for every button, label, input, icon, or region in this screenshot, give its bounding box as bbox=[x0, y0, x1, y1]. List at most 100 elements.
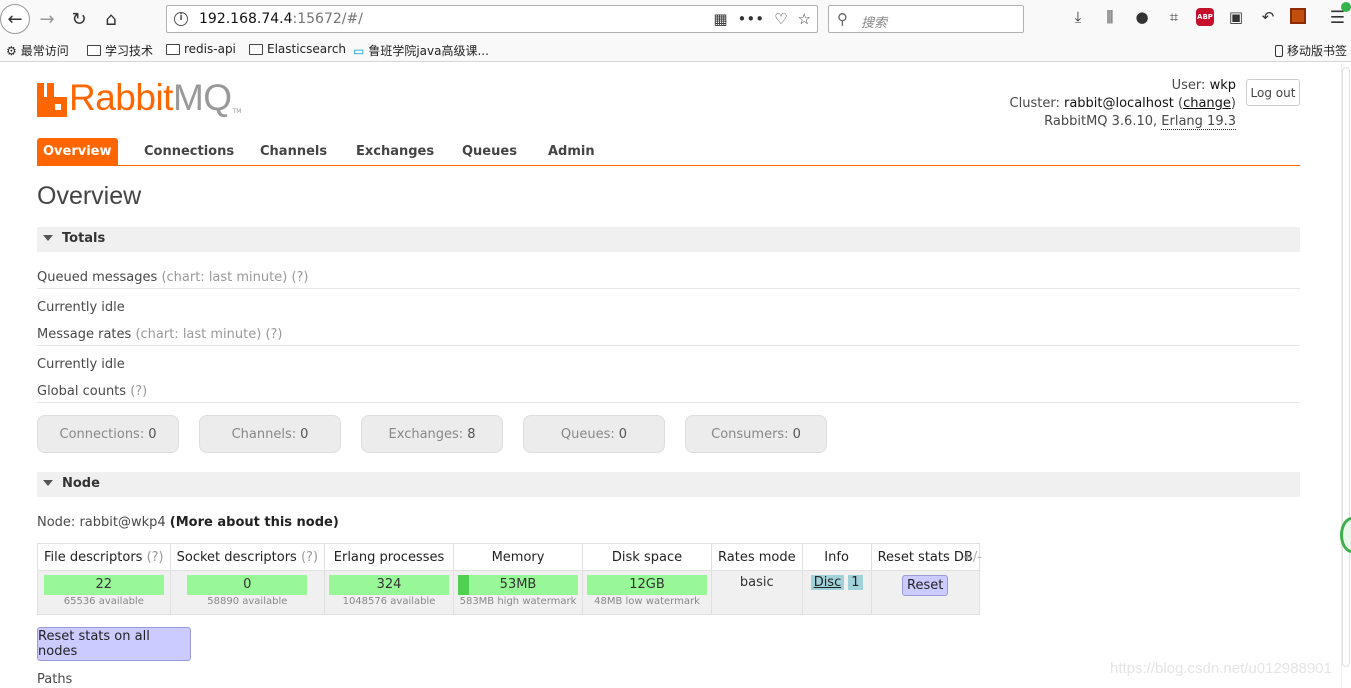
bookmark-study[interactable]: 学习技术 bbox=[87, 42, 153, 59]
logo-text: RabbitMQ bbox=[69, 77, 232, 118]
table-row: 22 65536 available 0 58890 available 324… bbox=[37, 570, 980, 615]
folder-icon bbox=[166, 43, 180, 55]
cell-socket-descriptors: 0 58890 available bbox=[169, 570, 326, 615]
cell-disk-space: 12GB 48MB low watermark bbox=[582, 570, 713, 615]
column-options-toggle[interactable]: +/- bbox=[962, 550, 982, 565]
node-section-toggle[interactable]: Node bbox=[37, 472, 1300, 497]
forward-button[interactable]: → bbox=[32, 4, 62, 34]
bookmark-luban[interactable]: ▭ 鲁班学院java高级课... bbox=[353, 42, 489, 59]
back-button[interactable]: ← bbox=[0, 4, 30, 34]
change-cluster-link[interactable]: change bbox=[1183, 96, 1231, 111]
consumers-count-box[interactable]: Consumers: 0 bbox=[685, 415, 827, 453]
queues-count-box[interactable]: Queues: 0 bbox=[523, 415, 665, 453]
scrollbar-thumb[interactable] bbox=[1342, 67, 1350, 667]
scrollbar[interactable] bbox=[1341, 63, 1351, 688]
message-rates-heading: Message rates (chart: last minute) (?) bbox=[37, 327, 1300, 346]
watermark: https://blog.csdn.net/u012988901 bbox=[1110, 660, 1332, 677]
sidebar-icon[interactable]: ▣ bbox=[1226, 8, 1246, 26]
reload-icon: ↻ bbox=[71, 8, 87, 30]
nodes-table: File descriptors (?) Socket descriptors … bbox=[37, 543, 980, 615]
search-placeholder: 搜索 bbox=[861, 16, 888, 31]
browser-toolbar: ← → ↻ ⌂ i 192.168.74.4:15672/#/ ▦ ••• ♡ … bbox=[0, 0, 1351, 38]
tab-overview[interactable]: Overview bbox=[37, 138, 118, 166]
col-rates-mode: Rates mode bbox=[711, 543, 803, 571]
url-text: 192.168.74.4:15672/#/ bbox=[199, 11, 363, 27]
download-icon[interactable]: ⤓ bbox=[1068, 8, 1088, 26]
totals-heading: Totals bbox=[62, 231, 106, 246]
more-actions-icon[interactable]: ••• bbox=[738, 10, 765, 28]
tab-connections[interactable]: Connections bbox=[144, 138, 234, 166]
col-socket-descriptors: Socket descriptors (?) bbox=[169, 543, 326, 571]
global-hint[interactable]: (?) bbox=[130, 384, 147, 399]
queued-hint[interactable]: (chart: last minute) (?) bbox=[161, 270, 308, 285]
rates-hint[interactable]: (chart: last minute) (?) bbox=[135, 327, 282, 342]
cell-file-descriptors: 22 65536 available bbox=[37, 570, 171, 615]
main-tabs: Overview Connections Channels Exchanges … bbox=[37, 138, 1300, 166]
mobile-bookmarks[interactable]: 移动版书签 bbox=[1274, 42, 1347, 59]
reset-node-stats-button[interactable]: Reset bbox=[902, 575, 949, 596]
extension-icon[interactable] bbox=[1290, 8, 1306, 24]
connections-count-box[interactable]: Connections: 0 bbox=[37, 415, 179, 453]
col-file-descriptors: File descriptors (?) bbox=[37, 543, 171, 571]
page-title: Overview bbox=[37, 182, 142, 210]
bookmarks-bar: ⚙ 最常访问 学习技术 redis-api Elasticsearch ▭ 鲁班学院… bbox=[0, 38, 1351, 62]
page-content: RabbitMQ TM User: wkp Cluster: rabbit@lo… bbox=[0, 63, 1351, 688]
phone-icon bbox=[1274, 44, 1283, 57]
crop-icon[interactable]: ⌗ bbox=[1164, 8, 1184, 26]
user-name: wkp bbox=[1209, 78, 1236, 93]
home-icon: ⌂ bbox=[105, 8, 117, 30]
info-icon[interactable]: i bbox=[174, 12, 188, 26]
disc-badge[interactable]: Disc bbox=[810, 575, 845, 590]
totals-section-toggle[interactable]: Totals bbox=[37, 227, 1300, 252]
tab-channels[interactable]: Channels bbox=[260, 138, 327, 166]
qr-code-icon[interactable]: ▦ bbox=[713, 10, 727, 28]
rabbitmq-logo-icon bbox=[37, 83, 67, 117]
tab-admin[interactable]: Admin bbox=[548, 138, 595, 166]
reset-all-nodes-button[interactable]: Reset stats on all nodes bbox=[37, 627, 191, 661]
bookmark-star-icon[interactable]: ☆ bbox=[798, 10, 811, 28]
home-button[interactable]: ⌂ bbox=[96, 4, 126, 34]
queued-idle-text: Currently idle bbox=[37, 300, 125, 315]
version-text: RabbitMQ 3.6.10, bbox=[1044, 114, 1158, 129]
tab-queues[interactable]: Queues bbox=[462, 138, 517, 166]
library-icon[interactable]: ⫼ bbox=[1100, 8, 1120, 26]
address-bar[interactable]: i 192.168.74.4:15672/#/ ▦ ••• ♡ ☆ bbox=[166, 5, 818, 33]
chat-icon[interactable]: ● bbox=[1132, 8, 1152, 26]
col-info: Info bbox=[801, 543, 872, 571]
node-count-badge: 1 bbox=[848, 575, 863, 590]
node-name-line: Node: rabbit@wkp4 (More about this node) bbox=[37, 515, 339, 530]
cell-memory: 53MB 583MB high watermark bbox=[453, 570, 584, 615]
collapse-triangle-icon bbox=[43, 235, 53, 241]
queued-messages-heading: Queued messages (chart: last minute) (?) bbox=[37, 270, 1300, 289]
reload-button[interactable]: ↻ bbox=[64, 4, 94, 34]
folder-icon bbox=[249, 43, 263, 55]
col-memory: Memory bbox=[453, 543, 584, 571]
memory-usage-fill bbox=[458, 575, 469, 595]
rates-idle-text: Currently idle bbox=[37, 357, 125, 372]
undo-icon[interactable]: ↶ bbox=[1258, 8, 1278, 26]
search-icon: ⚲ bbox=[837, 10, 848, 28]
rabbitmq-logo: RabbitMQ TM bbox=[37, 77, 241, 117]
cell-erlang-processes: 324 1048576 available bbox=[324, 570, 455, 615]
cell-rates-mode: basic bbox=[711, 570, 803, 615]
logout-button[interactable]: Log out bbox=[1246, 79, 1300, 106]
global-counts-heading: Global counts (?) bbox=[37, 384, 1300, 403]
bookmark-redis-api[interactable]: redis-api bbox=[166, 42, 236, 56]
cell-reset-stats: Reset bbox=[870, 570, 980, 615]
tv-icon: ▭ bbox=[353, 43, 365, 58]
exchanges-count-box[interactable]: Exchanges: 8 bbox=[361, 415, 503, 453]
trademark: TM bbox=[232, 108, 242, 115]
pocket-icon[interactable]: ♡ bbox=[774, 10, 787, 28]
bookmark-most-visited[interactable]: ⚙ 最常访问 bbox=[6, 42, 69, 59]
arrow-right-icon: → bbox=[39, 8, 55, 30]
adblock-icon[interactable]: ABP bbox=[1196, 8, 1214, 26]
paths-heading: Paths bbox=[37, 672, 73, 687]
tab-exchanges[interactable]: Exchanges bbox=[356, 138, 434, 166]
more-about-node-link[interactable]: (More about this node) bbox=[170, 515, 339, 530]
bookmark-elasticsearch[interactable]: Elasticsearch bbox=[249, 42, 346, 56]
login-details: User: wkp Cluster: rabbit@localhost (cha… bbox=[1009, 78, 1236, 130]
cluster-name: rabbit@localhost bbox=[1063, 96, 1174, 111]
channels-count-box[interactable]: Channels: 0 bbox=[199, 415, 341, 453]
search-bar[interactable]: ⚲ 搜索 bbox=[828, 5, 1024, 33]
col-erlang-processes: Erlang processes bbox=[324, 543, 455, 571]
